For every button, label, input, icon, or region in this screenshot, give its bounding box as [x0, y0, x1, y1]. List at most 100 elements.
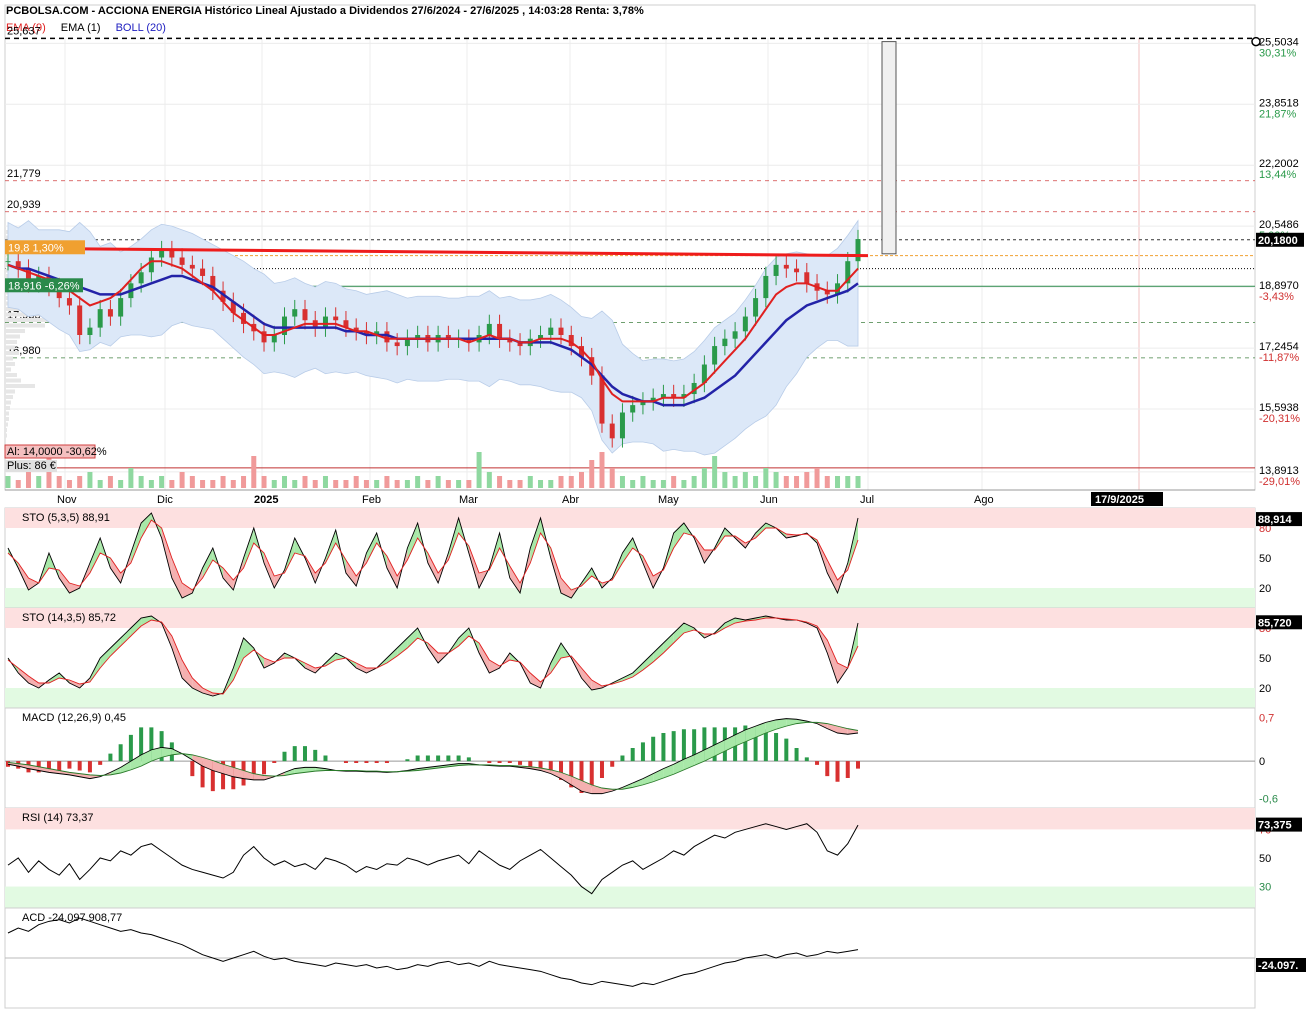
candle-body [794, 268, 800, 273]
candle-body [548, 327, 554, 335]
volume-bar [179, 472, 185, 488]
candle-body [763, 275, 769, 299]
macd-title: MACD (12,26,9) 0,45 [22, 712, 126, 724]
macd-histogram-bar [118, 744, 123, 762]
candle-body [148, 257, 154, 273]
sto-slow-fill [386, 648, 398, 663]
candle-body [732, 331, 738, 339]
volume-profile-bar [5, 433, 7, 438]
macd-histogram-bar [425, 755, 430, 762]
price-axis-pct: 13,44% [1259, 169, 1297, 181]
candle-body [394, 342, 400, 347]
volume-bar [507, 480, 513, 488]
volume-bar [814, 468, 820, 488]
x-tick-label: May [658, 494, 679, 506]
sto-fast-fill [243, 528, 254, 568]
volume-bar [97, 480, 103, 488]
macd-histogram-bar [323, 755, 328, 762]
macd-signal-line [7, 721, 859, 790]
x-tick-label: Jul [860, 494, 874, 506]
volume-bar [527, 476, 533, 488]
volume-bar [722, 472, 728, 488]
projection-box [881, 41, 897, 255]
candle-body [712, 346, 718, 365]
volume-bar [251, 456, 257, 488]
sto-slow-fill [489, 660, 500, 673]
volume-bar [292, 480, 298, 488]
volume-profile-bar [5, 411, 9, 416]
sto-fast-fill [264, 553, 275, 588]
volume-profile-bar [5, 389, 15, 394]
sto-fast-fill [366, 533, 377, 563]
macd-histogram-bar [661, 733, 666, 762]
rsi-line [7, 823, 859, 895]
volume-profile-bar [5, 334, 20, 339]
candle-body [558, 327, 564, 335]
volume-bar [77, 476, 83, 488]
macd-line [7, 718, 859, 795]
volume-bar [220, 476, 226, 488]
volume-bar [845, 476, 851, 488]
al-label: Al: 14,0000 -30,62% [7, 446, 107, 458]
volume-bar [36, 476, 42, 488]
volume-bar [558, 476, 564, 488]
macd-histogram-bar [302, 746, 307, 762]
sto-slow-fill [653, 643, 664, 662]
macd-histogram-bar [262, 761, 267, 775]
rsi-oversold-zone [5, 886, 1255, 908]
candle-body [97, 309, 103, 328]
volume-bar [271, 480, 277, 488]
candle-body [292, 309, 298, 317]
rsi-title: RSI (14) 73,37 [22, 812, 94, 824]
price-axis-pct: -3,43% [1259, 291, 1294, 303]
macd-histogram-bar [374, 761, 379, 763]
volume-bar [476, 452, 482, 488]
macd-histogram-bar [825, 761, 830, 777]
volume-bar [681, 480, 687, 488]
macd-histogram-bar [415, 755, 420, 762]
sto-fast-level-label: 50 [1259, 553, 1271, 565]
date-marker-label: 17/9/2025 [1095, 494, 1144, 506]
volume-bar [169, 480, 175, 488]
volume-profile-bar [5, 378, 21, 383]
volume-bar [732, 476, 738, 488]
macd-histogram-bar [794, 748, 799, 762]
price-axis-pct: -20,31% [1259, 413, 1300, 425]
macd-histogram-bar [57, 761, 62, 771]
volume-bar [425, 480, 431, 488]
candle-body [200, 268, 206, 276]
volume-bar [384, 476, 390, 488]
volume-bar [138, 476, 144, 488]
candle-body [5, 261, 11, 263]
price-axis-pct: 30,31% [1259, 47, 1297, 59]
macd-histogram-bar [671, 731, 676, 762]
macd-histogram-bar [272, 761, 277, 763]
volume-bar [107, 476, 113, 488]
sto-fast-level-label: 20 [1259, 583, 1271, 595]
volume-bar [333, 480, 339, 488]
sto-slow-fill [663, 633, 674, 653]
green-price-label: 18,916 -6,26% [8, 280, 80, 292]
macd-histogram-bar [436, 755, 441, 762]
volume-bar [824, 476, 830, 488]
volume-bar [128, 468, 134, 488]
volume-bar [742, 472, 748, 488]
stock-chart[interactable]: 25,63721,77920,93917,93816,98019,8 1,30%… [0, 0, 1310, 1012]
x-tick-label: Feb [362, 494, 381, 506]
sto-fast-title-text: STO (5,3,5) 88,91 [22, 512, 110, 524]
volume-bar [671, 476, 677, 488]
volume-bar [783, 476, 789, 488]
volume-bar [599, 452, 605, 488]
macd-histogram-bar [497, 761, 502, 763]
price-axis-pct: -29,01% [1259, 476, 1300, 488]
sto-fast-fill [223, 568, 234, 590]
volume-bar [189, 476, 195, 488]
volume-bar [210, 480, 216, 488]
acd-line [7, 917, 859, 987]
sto-slow-level-label: 50 [1259, 653, 1271, 665]
volume-bar [773, 472, 779, 488]
volume-bar [712, 456, 718, 488]
volume-bar [312, 480, 318, 488]
sto-slow-fill [407, 628, 418, 648]
macd-histogram-bar [108, 753, 113, 762]
